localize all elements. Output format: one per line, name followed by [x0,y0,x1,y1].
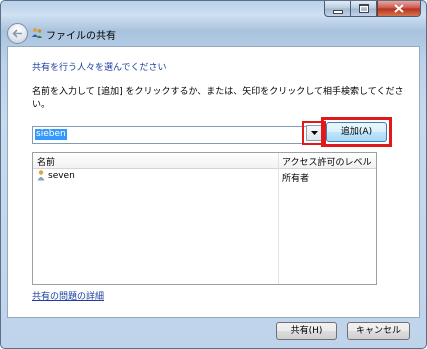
sharing-dialog-window: ファイルの共有 共有を行う人々を選んでください 名前を入力して [追加] をクリ… [0,0,427,349]
cancel-button[interactable]: キャンセル [347,322,410,340]
column-header-permission-level[interactable]: アクセス許可のレベル [282,155,372,168]
list-item-name: seven [48,171,75,181]
sharing-problems-help-link[interactable]: 共有の問題の詳細 [32,289,104,302]
minimize-button[interactable] [324,1,350,17]
dialog-content: 共有を行う人々を選んでください 名前を入力して [追加] をクリックするか、また… [7,46,420,318]
title-bar[interactable] [1,1,426,19]
main-instruction-heading: 共有を行う人々を選んでください [32,63,167,73]
back-button[interactable] [7,23,28,44]
shared-users-list[interactable]: 名前 アクセス許可のレベル seven 所有者 [32,152,377,285]
name-input-value[interactable]: sieben [35,129,67,140]
name-combobox[interactable]: sieben [32,126,325,144]
dialog-title: ファイルの共有 [46,31,116,42]
sharing-users-icon [32,28,42,38]
user-icon [37,170,45,181]
close-button[interactable] [377,1,421,17]
list-item[interactable]: seven 所有者 [33,169,376,184]
dropdown-arrow-icon [310,131,318,135]
window-controls [324,1,421,17]
instruction-text: 名前を入力して [追加] をクリックするか、または、矢印をクリックして相手検索し… [32,87,404,110]
back-arrow-icon [12,29,22,38]
share-button[interactable]: 共有(H) [276,322,337,340]
maximize-icon [358,4,369,13]
dialog-footer: 共有(H) キャンセル [7,317,418,343]
dialog-header: ファイルの共有 [1,19,426,46]
list-item-permission-level[interactable]: 所有者 [282,171,309,184]
dropdown-button[interactable] [306,125,322,141]
column-header-name[interactable]: 名前 [37,155,55,168]
maximize-button[interactable] [350,1,377,17]
close-icon [394,4,404,13]
add-button[interactable]: 追加(A) [326,122,387,142]
list-header: 名前 アクセス許可のレベル [33,153,376,169]
minimize-icon [332,9,343,14]
